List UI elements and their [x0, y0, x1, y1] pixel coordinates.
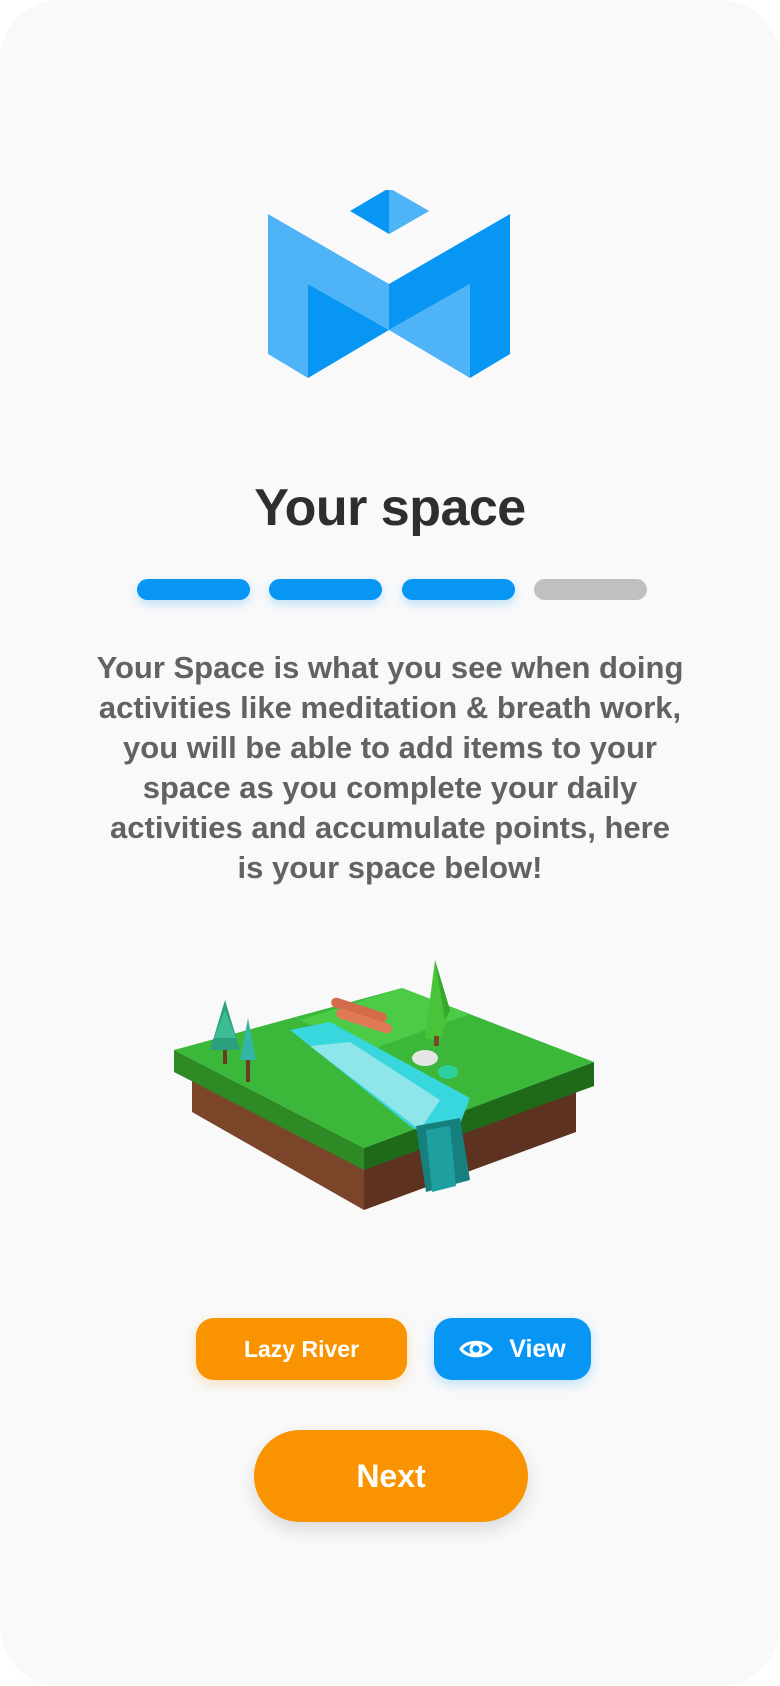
progress-step-4	[533, 579, 647, 600]
space-name-button[interactable]: Lazy River	[196, 1318, 407, 1380]
progress-step-3	[401, 579, 515, 600]
page-title: Your space	[254, 479, 526, 537]
app-logo	[268, 190, 510, 378]
progress-step-2	[269, 579, 383, 600]
view-space-button[interactable]: View	[434, 1318, 591, 1380]
eye-icon	[459, 1340, 494, 1358]
next-button[interactable]: Next	[254, 1430, 528, 1522]
description-text: Your Space is what you see when doing ac…	[96, 650, 684, 885]
view-button-label: View	[509, 1334, 566, 1363]
step-progress	[137, 579, 647, 600]
space-preview-illustration	[174, 960, 594, 1210]
progress-step-1	[137, 579, 250, 600]
onboarding-screen: Your space Your Space is what you see wh…	[0, 0, 780, 1686]
